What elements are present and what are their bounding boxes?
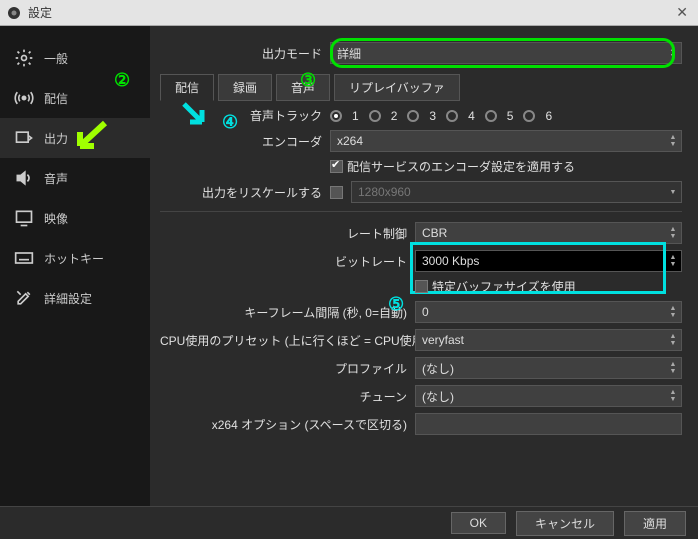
rescale-checkbox[interactable]	[330, 186, 343, 199]
spinner-icon[interactable]: ▲▼	[667, 302, 679, 322]
sidebar-item-label: ホットキー	[44, 250, 104, 267]
tabs: 配信 録画 音声 リプレイバッファ	[160, 74, 682, 101]
sidebar-item-label: 一般	[44, 50, 68, 67]
radio-track-2[interactable]	[369, 110, 381, 122]
tune-label: チューン	[160, 388, 415, 405]
chevron-updown-icon: ▲▼	[667, 358, 679, 378]
encoder-label: エンコーダ	[160, 133, 330, 150]
rate-control-select[interactable]: CBR ▲▼	[415, 222, 682, 244]
tab-stream[interactable]: 配信	[160, 74, 214, 101]
bitrate-input[interactable]: 3000 Kbps ▲▼	[415, 250, 682, 272]
cpu-preset-label: CPU使用のプリセット (上に行くほど = CPU使用低い)	[160, 332, 415, 349]
profile-select[interactable]: (なし) ▲▼	[415, 357, 682, 379]
cpu-preset-select[interactable]: veryfast ▲▼	[415, 329, 682, 351]
apply-button[interactable]: 適用	[624, 511, 686, 536]
titlebar: 設定 ✕	[0, 0, 698, 26]
chevron-updown-icon: ▲▼	[667, 330, 679, 350]
sidebar-item-output[interactable]: 出力	[0, 118, 150, 158]
audio-track-label: 音声トラック	[160, 107, 330, 124]
rate-control-label: レート制御	[160, 225, 415, 242]
profile-label: プロファイル	[160, 360, 415, 377]
sidebar-item-advanced[interactable]: 詳細設定	[0, 278, 150, 318]
radio-track-3[interactable]	[407, 110, 419, 122]
chevron-down-icon: ▼	[667, 182, 679, 202]
tune-select[interactable]: (なし) ▲▼	[415, 385, 682, 407]
sidebar-item-label: 音声	[44, 170, 68, 187]
sidebar-item-hotkeys[interactable]: ホットキー	[0, 238, 150, 278]
sidebar-item-label: 詳細設定	[44, 290, 92, 307]
keyboard-icon	[14, 248, 34, 268]
chevron-updown-icon: ▲▼	[667, 223, 679, 243]
keyframe-input[interactable]: 0 ▲▼	[415, 301, 682, 323]
gear-icon	[14, 48, 34, 68]
output-mode-select[interactable]: 詳細 ▲▼	[330, 42, 682, 64]
sidebar-item-label: 出力	[44, 130, 68, 147]
enforce-checkbox[interactable]	[330, 160, 343, 173]
chevron-updown-icon: ▲▼	[667, 131, 679, 151]
output-mode-label: 出力モード	[160, 45, 330, 62]
custom-buffer-checkbox[interactable]	[415, 280, 428, 293]
close-icon[interactable]: ✕	[672, 4, 692, 21]
sidebar-item-label: 映像	[44, 210, 68, 227]
footer: OK キャンセル 適用	[0, 506, 698, 539]
x264opts-label: x264 オプション (スペースで区切る)	[160, 416, 415, 433]
sidebar-item-general[interactable]: 一般	[0, 38, 150, 78]
monitor-icon	[14, 208, 34, 228]
window-title: 設定	[28, 4, 672, 21]
output-icon	[14, 128, 34, 148]
custom-buffer-label: 特定バッファサイズを使用	[432, 278, 576, 295]
chevron-updown-icon: ▲▼	[667, 43, 679, 63]
cancel-button[interactable]: キャンセル	[516, 511, 614, 536]
enforce-label: 配信サービスのエンコーダ設定を適用する	[347, 158, 575, 175]
radio-track-5[interactable]	[485, 110, 497, 122]
sidebar-item-label: 配信	[44, 90, 68, 107]
spinner-icon[interactable]: ▲▼	[667, 251, 679, 271]
tools-icon	[14, 288, 34, 308]
main-panel: 出力モード 詳細 ▲▼ ③ 配信 録画 音声 リプレイバッファ ④ 音声	[150, 26, 698, 506]
radio-track-4[interactable]	[446, 110, 458, 122]
encoder-select[interactable]: x264 ▲▼	[330, 130, 682, 152]
x264opts-input[interactable]	[415, 413, 682, 435]
audio-track-radios: 1 2 3 4 5 6	[330, 109, 552, 123]
tab-replay-buffer[interactable]: リプレイバッファ	[334, 74, 460, 101]
sidebar-item-stream[interactable]: 配信	[0, 78, 150, 118]
radio-track-6[interactable]	[523, 110, 535, 122]
speaker-icon	[14, 168, 34, 188]
tab-audio[interactable]: 音声	[276, 74, 330, 101]
sidebar-item-video[interactable]: 映像	[0, 198, 150, 238]
rescale-label: 出力をリスケールする	[160, 184, 330, 201]
chevron-updown-icon: ▲▼	[667, 386, 679, 406]
rescale-value[interactable]: 1280x960 ▼	[351, 181, 682, 203]
ok-button[interactable]: OK	[451, 512, 506, 534]
radio-track-1[interactable]	[330, 110, 342, 122]
tab-record[interactable]: 録画	[218, 74, 272, 101]
sidebar: 一般 配信 出力 音声 映像 ホットキー 詳細設定 ②	[0, 26, 150, 506]
sidebar-item-audio[interactable]: 音声	[0, 158, 150, 198]
app-logo-icon	[6, 5, 22, 21]
keyframe-label: キーフレーム間隔 (秒, 0=自動)	[160, 304, 415, 321]
bitrate-label: ビットレート	[160, 253, 415, 270]
broadcast-icon	[14, 88, 34, 108]
